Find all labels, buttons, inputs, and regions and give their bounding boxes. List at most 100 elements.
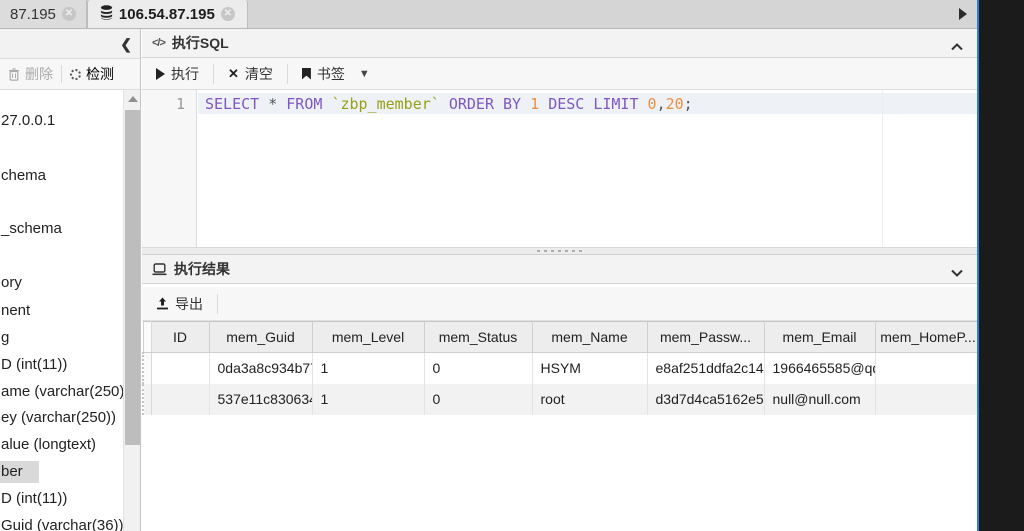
column-header[interactable]: mem_Guid bbox=[209, 322, 312, 353]
tab-label: 106.54.87.195 bbox=[119, 6, 215, 23]
sql-token: SELECT bbox=[205, 95, 259, 113]
editor-scrollbar-track bbox=[882, 90, 883, 247]
sidebar-tree-item[interactable]: D (int(11)) bbox=[0, 488, 71, 510]
export-label: 导出 bbox=[175, 294, 203, 314]
sql-token: BY bbox=[503, 95, 521, 113]
sql-code-line: SELECT * FROM `zbp_member` ORDER BY 1 DE… bbox=[205, 95, 693, 113]
sidebar-tree-item[interactable]: D (int(11)) bbox=[0, 354, 71, 376]
table-cell[interactable]: e8af251ddfa2c14 bbox=[647, 353, 764, 384]
bookmark-button[interactable]: 书签 ▼ bbox=[288, 58, 384, 89]
tab-connection-1[interactable]: 87.195 ✕ bbox=[0, 0, 87, 28]
bookmark-icon bbox=[302, 68, 311, 80]
results-table: IDmem_Guidmem_Levelmem_Statusmem_Namemem… bbox=[142, 321, 977, 415]
collapse-sql-panel-icon[interactable] bbox=[951, 38, 963, 54]
sql-token: 0 bbox=[648, 95, 657, 113]
sidebar-tree-item[interactable]: g bbox=[0, 327, 13, 349]
tab-scroll-right-icon[interactable] bbox=[959, 8, 967, 20]
table-cell[interactable]: 0 bbox=[424, 384, 532, 415]
sql-token bbox=[277, 95, 286, 113]
table-cell[interactable]: 1966465585@qq.com bbox=[764, 353, 875, 384]
clear-icon: ✕ bbox=[228, 66, 239, 82]
delete-label: 删除 bbox=[25, 64, 53, 84]
column-header[interactable]: mem_Passw... bbox=[647, 322, 764, 353]
sidebar-tree-item[interactable]: ame (varchar(250)) bbox=[0, 381, 123, 403]
sql-token: 1 bbox=[530, 95, 539, 113]
column-header[interactable]: ID bbox=[151, 322, 209, 353]
tab-bar: 87.195 ✕ 106.54.87.195 ✕ bbox=[0, 0, 977, 29]
table-cell[interactable]: 1 bbox=[312, 353, 424, 384]
sidebar-scrollbar[interactable] bbox=[123, 90, 140, 531]
collapse-sidebar-icon[interactable]: ❮ bbox=[120, 36, 132, 53]
sql-token bbox=[539, 95, 548, 113]
close-icon[interactable]: ✕ bbox=[221, 7, 235, 21]
row-handle[interactable] bbox=[143, 353, 151, 384]
sidebar-tree-item[interactable]: ey (varchar(250)) bbox=[0, 407, 120, 429]
app-window: 87.195 ✕ 106.54.87.195 ✕ ❮ 删除 bbox=[0, 0, 979, 531]
screen: 87.195 ✕ 106.54.87.195 ✕ ❮ 删除 bbox=[0, 0, 1024, 531]
sidebar-tree-item[interactable]: chema bbox=[0, 165, 50, 187]
row-handle[interactable] bbox=[143, 384, 151, 415]
run-label: 执行 bbox=[171, 64, 199, 84]
table-cell[interactable]: 0da3a8c934b7734 bbox=[209, 353, 312, 384]
sidebar-tree: 27.0.0.1 chema _schemaory nent g D (int(11)) a… bbox=[0, 90, 123, 531]
column-header[interactable]: mem_Level bbox=[312, 322, 424, 353]
export-icon bbox=[156, 297, 169, 310]
trash-icon bbox=[8, 68, 20, 81]
results-panel-title: 执行结果 bbox=[174, 259, 230, 279]
delete-button[interactable]: 删除 bbox=[0, 64, 61, 84]
clear-button[interactable]: ✕ 清空 bbox=[214, 58, 287, 89]
sidebar-toolbar: 删除 检测 bbox=[0, 59, 140, 90]
sql-token bbox=[584, 95, 593, 113]
sidebar-tree-item[interactable]: _schema bbox=[0, 218, 66, 240]
clear-label: 清空 bbox=[245, 64, 273, 84]
sidebar-tree-item[interactable]: ber bbox=[0, 461, 39, 483]
sql-token: FROM bbox=[286, 95, 322, 113]
editor-gutter: 1 bbox=[142, 90, 197, 247]
sidebar-tree-item[interactable]: alue (longtext) bbox=[0, 434, 100, 456]
table-cell[interactable] bbox=[875, 384, 977, 415]
sql-editor[interactable]: 1 SELECT * FROM `zbp_member` ORDER BY 1 … bbox=[142, 90, 977, 247]
column-header[interactable]: mem_Name bbox=[532, 322, 647, 353]
table-cell[interactable]: HSYM bbox=[532, 353, 647, 384]
pane-resize-handle[interactable] bbox=[142, 247, 977, 255]
results-table-wrap: IDmem_Guidmem_Levelmem_Statusmem_Namemem… bbox=[142, 321, 977, 531]
chevron-down-icon: ▼ bbox=[359, 68, 370, 80]
sidebar-tree-item[interactable]: ory bbox=[0, 272, 26, 294]
close-icon[interactable]: ✕ bbox=[62, 7, 76, 21]
tab-label: 87.195 bbox=[10, 6, 56, 23]
table-cell[interactable]: 537e11c8306340c bbox=[209, 384, 312, 415]
sidebar-tree-item[interactable]: nent bbox=[0, 300, 34, 322]
scrollbar-thumb[interactable] bbox=[125, 110, 140, 445]
table-cell[interactable]: root bbox=[532, 384, 647, 415]
scroll-up-icon[interactable] bbox=[128, 96, 138, 102]
check-label: 检测 bbox=[86, 64, 114, 84]
column-header[interactable]: mem_Email bbox=[764, 322, 875, 353]
check-button[interactable]: 检测 bbox=[62, 64, 122, 84]
sql-token: DESC bbox=[548, 95, 584, 113]
sql-toolbar: 执行 ✕ 清空 书签 ▼ bbox=[142, 58, 977, 90]
sql-token: ORDER bbox=[449, 95, 494, 113]
table-cell[interactable]: 0 bbox=[424, 353, 532, 384]
table-cell[interactable]: 1 bbox=[312, 384, 424, 415]
row-handle-header bbox=[143, 322, 151, 353]
column-header[interactable]: mem_HomeP... bbox=[875, 322, 977, 353]
table-cell[interactable]: d3d7d4ca5162e5e bbox=[647, 384, 764, 415]
run-button[interactable]: 执行 bbox=[142, 58, 213, 89]
sql-token bbox=[639, 95, 648, 113]
column-header[interactable]: mem_Status bbox=[424, 322, 532, 353]
table-cell[interactable] bbox=[151, 353, 209, 384]
export-button[interactable]: 导出 bbox=[142, 287, 217, 320]
table-cell[interactable]: null@null.com bbox=[764, 384, 875, 415]
main-pane: </> 执行SQL 执行 ✕ 清空 书签 bbox=[142, 29, 977, 531]
sidebar-tree-item[interactable]: Guid (varchar(36)) bbox=[0, 515, 123, 531]
table-cell[interactable] bbox=[151, 384, 209, 415]
sidebar-header: ❮ bbox=[0, 29, 140, 59]
tab-connection-2[interactable]: 106.54.87.195 ✕ bbox=[87, 0, 248, 28]
sql-panel-title: 执行SQL bbox=[172, 33, 229, 53]
sidebar-tree-item[interactable]: 27.0.0.1 bbox=[0, 110, 59, 132]
table-cell[interactable] bbox=[875, 353, 977, 384]
line-number: 1 bbox=[176, 95, 185, 113]
expand-results-panel-icon[interactable] bbox=[951, 264, 963, 280]
monitor-icon bbox=[152, 263, 167, 276]
results-toolbar: 导出 bbox=[142, 287, 977, 321]
